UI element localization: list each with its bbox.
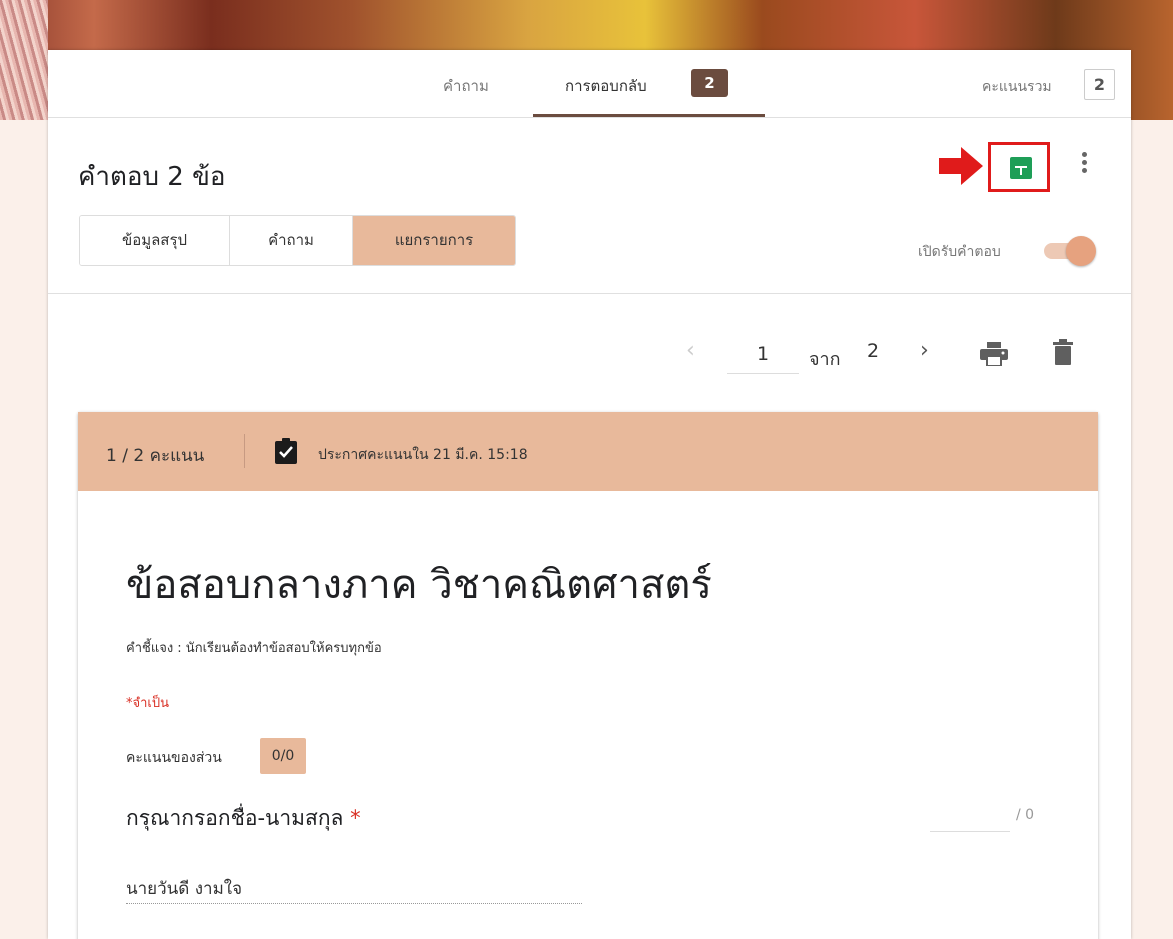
segment-summary[interactable]: ข้อมูลสรุป: [80, 216, 230, 265]
tab-questions[interactable]: คำถาม: [443, 74, 489, 98]
form-description: คำชี้แจง : นักเรียนต้องทำข้อสอบให้ครบทุก…: [126, 641, 382, 656]
tab-responses[interactable]: การตอบกลับ: [565, 74, 647, 98]
question-score-input[interactable]: [930, 831, 1010, 832]
form-card: คำถาม การตอบกลับ 2 คะแนนรวม 2 คำตอบ 2 ข้…: [48, 50, 1131, 939]
chevron-right-icon[interactable]: ›: [920, 338, 929, 363]
more-vert-icon[interactable]: [1079, 150, 1089, 180]
clipboard-check-icon: [275, 438, 297, 464]
answer-text: นายวันดี งามใจ: [126, 879, 243, 899]
pager-of-label: จาก: [809, 349, 841, 370]
score-released-text: ประกาศคะแนนใน 21 มี.ค. 15:18: [318, 447, 528, 463]
form-title: ข้อสอบกลางภาค วิชาคณิตศาสตร์: [126, 562, 712, 608]
header-divider: [48, 293, 1131, 294]
sheets-highlight-box: [988, 142, 1050, 192]
response-score-header: 1 / 2 คะแนน ประกาศคะแนนใน 21 มี.ค. 15:18: [78, 412, 1098, 491]
pager-total: 2: [867, 340, 880, 362]
sheets-icon[interactable]: [1010, 157, 1032, 179]
total-points-value: 2: [1084, 69, 1115, 100]
segment-individual[interactable]: แยกรายการ: [353, 216, 515, 265]
question-title: กรุณากรอกชื่อ-นามสกุล *: [126, 802, 361, 835]
accepting-responses-toggle[interactable]: [1042, 236, 1098, 266]
response-score: 1 / 2 คะแนน: [106, 446, 205, 466]
individual-response-card: 1 / 2 คะแนน ประกาศคะแนนใน 21 มี.ค. 15:18…: [78, 412, 1098, 939]
toggle-knob: [1066, 236, 1096, 266]
required-note: *จำเป็น: [126, 696, 169, 711]
top-tab-bar: คำถาม การตอบกลับ 2 คะแนนรวม 2: [48, 50, 1131, 118]
page-number-input[interactable]: 1: [727, 340, 799, 374]
print-icon[interactable]: [980, 342, 1008, 366]
section-score-badge: 0/0: [260, 738, 306, 774]
required-star: *: [350, 806, 361, 830]
question-text: กรุณากรอกชื่อ-นามสกุล: [126, 806, 344, 830]
chevron-left-icon[interactable]: ‹: [686, 338, 695, 363]
view-segmented-control: ข้อมูลสรุป คำถาม แยกรายการ: [79, 215, 516, 266]
active-tab-indicator: [533, 114, 765, 117]
accepting-responses-label: เปิดรับคำตอบ: [918, 244, 1001, 260]
total-points-label: คะแนนรวม: [982, 79, 1052, 95]
answer-underline: [126, 903, 582, 904]
responses-count-badge: 2: [691, 69, 728, 97]
banner-pattern: [0, 0, 48, 120]
section-score-label: คะแนนของส่วน: [126, 750, 222, 766]
trash-icon[interactable]: [1053, 339, 1073, 365]
red-arrow-annotation: [939, 147, 983, 185]
responses-title: คำตอบ 2 ข้อ: [78, 162, 226, 192]
question-max-points: / 0: [1016, 807, 1035, 823]
segment-question[interactable]: คำถาม: [230, 216, 353, 265]
score-separator: [244, 434, 245, 468]
